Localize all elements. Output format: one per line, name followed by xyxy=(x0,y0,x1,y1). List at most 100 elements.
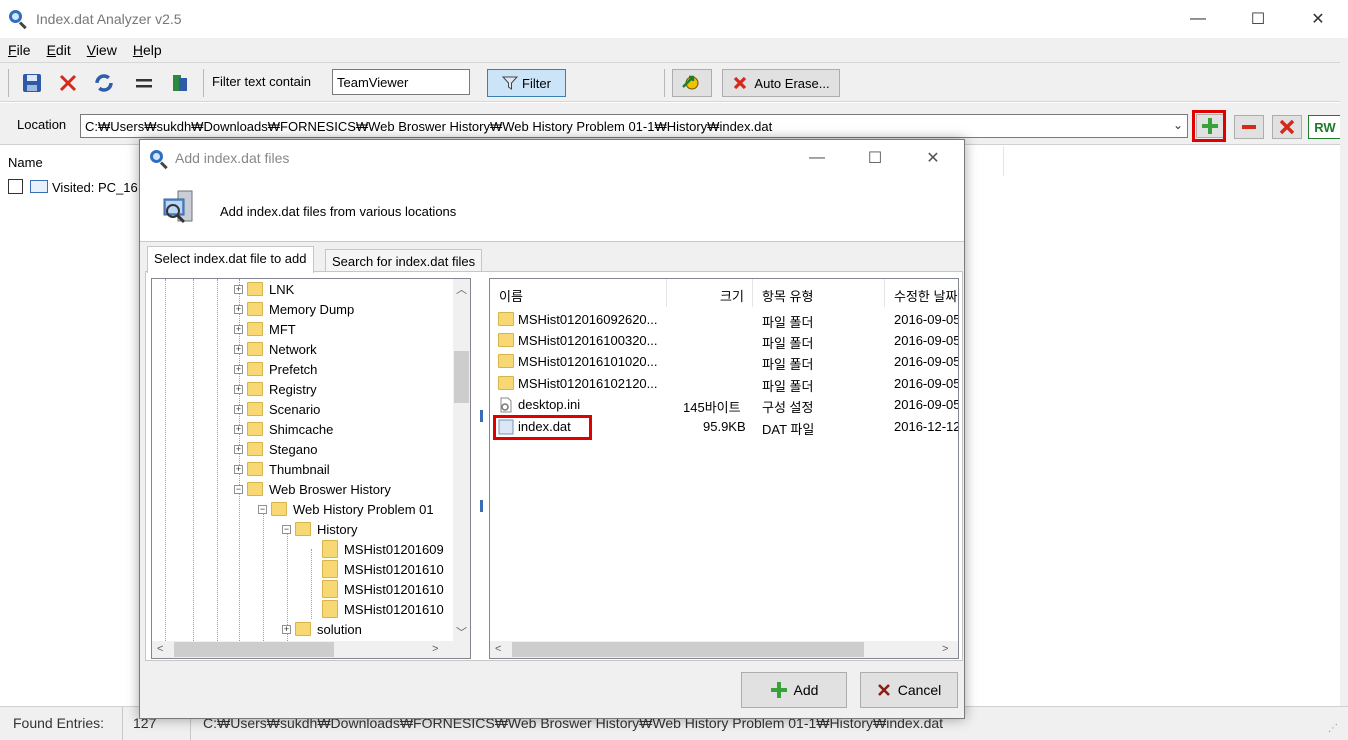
list-item[interactable]: Visited: PC_16 xyxy=(52,180,138,195)
column-header-size[interactable]: 크기 xyxy=(720,279,744,309)
tree-item-stegano[interactable]: + Stegano xyxy=(234,439,317,459)
expand-icon[interactable]: + xyxy=(234,304,243,314)
folder-tree[interactable]: + LNK + Memory Dump + MFT + Network + Prefetc… xyxy=(151,278,471,659)
table-row[interactable]: MSHist012016102120... 파일 폴더 2016-09-05 xyxy=(490,373,958,394)
filter-button[interactable]: Filter xyxy=(487,69,566,97)
scrollbar-thumb[interactable] xyxy=(512,642,864,657)
tree-item-mshist[interactable]: MSHist01201610 xyxy=(322,559,444,579)
menu-help[interactable]: Help xyxy=(125,42,170,58)
collapse-icon[interactable]: − xyxy=(282,524,291,534)
tab-select-file[interactable]: Select index.dat file to add xyxy=(147,246,314,273)
tree-item-prefetch[interactable]: + Prefetch xyxy=(234,359,317,379)
tree-item-web-history-problem[interactable]: − Web History Problem 01 xyxy=(258,499,434,519)
scroll-right-icon[interactable]: > xyxy=(942,643,948,655)
folder-open-icon xyxy=(247,482,263,496)
equals-icon[interactable] xyxy=(130,69,158,97)
run-button[interactable] xyxy=(672,69,712,97)
tree-item-shimcache[interactable]: + Shimcache xyxy=(234,419,333,439)
tree-vertical-scrollbar[interactable]: ︿ ﹀ xyxy=(453,279,470,641)
window-title: Index.dat Analyzer v2.5 xyxy=(36,11,182,27)
location-path: C:₩Users₩sukdh₩Downloads₩FORNESICS₩Web B… xyxy=(85,119,773,134)
scroll-right-icon[interactable]: > xyxy=(432,643,438,655)
save-icon[interactable] xyxy=(18,69,46,97)
status-separator xyxy=(122,707,123,740)
tree-item-thumbnail[interactable]: + Thumbnail xyxy=(234,459,330,479)
chevron-down-icon[interactable]: ⌄ xyxy=(1173,118,1183,132)
row-checkbox[interactable] xyxy=(8,179,23,194)
scrollbar-thumb[interactable] xyxy=(174,642,334,657)
location-combo[interactable]: C:₩Users₩sukdh₩Downloads₩FORNESICS₩Web B… xyxy=(80,114,1188,138)
expand-icon[interactable]: + xyxy=(234,284,243,294)
tree-item-memory-dump[interactable]: + Memory Dump xyxy=(234,299,354,319)
remove-location-button[interactable] xyxy=(1234,115,1264,139)
column-header-date[interactable]: 수정한 날짜 xyxy=(894,279,957,309)
tree-item-mshist[interactable]: MSHist01201609 xyxy=(322,539,444,559)
dialog-maximize-button[interactable]: ☐ xyxy=(846,140,904,176)
tab-search-files[interactable]: Search for index.dat files xyxy=(325,249,483,273)
scroll-down-icon[interactable]: ﹀ xyxy=(456,624,467,640)
tree-item-lnk[interactable]: + LNK xyxy=(234,279,294,299)
tree-item-mshist[interactable]: MSHist01201610 xyxy=(322,579,444,599)
highlight-box xyxy=(1192,110,1226,142)
folder-icon xyxy=(322,580,338,598)
tree-item-web-broswer-history[interactable]: − Web Broswer History xyxy=(234,479,391,499)
menu-file[interactable]: File xyxy=(0,42,39,58)
tree-horizontal-scrollbar[interactable]: < > xyxy=(152,641,470,658)
expand-icon[interactable]: + xyxy=(282,624,291,634)
tree-item-mft[interactable]: + MFT xyxy=(234,319,296,339)
maximize-button[interactable]: ☐ xyxy=(1228,0,1288,38)
expand-icon[interactable]: + xyxy=(234,464,243,474)
clear-location-button[interactable] xyxy=(1272,115,1302,139)
column-header-name[interactable]: Name xyxy=(8,155,43,170)
expand-icon[interactable]: + xyxy=(234,444,243,454)
export-icon[interactable] xyxy=(166,69,194,97)
expand-icon[interactable]: + xyxy=(234,424,243,434)
close-button[interactable]: ✕ xyxy=(1288,0,1348,38)
file-list[interactable]: 이름 크기 항목 유형 수정한 날짜 MSHist012016092620...… xyxy=(489,278,959,659)
highlight-box xyxy=(493,415,592,440)
folder-icon xyxy=(247,422,263,436)
menu-edit[interactable]: Edit xyxy=(39,42,79,58)
cancel-button[interactable]: Cancel xyxy=(860,672,958,708)
scroll-left-icon[interactable]: < xyxy=(157,643,163,655)
resize-grip-icon[interactable]: ⋰ xyxy=(1328,723,1338,734)
tree-guide-line xyxy=(165,279,166,641)
minimize-button[interactable]: — xyxy=(1168,0,1228,38)
expand-icon[interactable]: + xyxy=(234,384,243,394)
tree-item-scenario[interactable]: + Scenario xyxy=(234,399,320,419)
menu-view[interactable]: View xyxy=(79,42,125,58)
add-button[interactable]: Add xyxy=(741,672,847,708)
column-header-name[interactable]: 이름 xyxy=(499,279,523,309)
tree-item-history[interactable]: − History xyxy=(282,519,357,539)
auto-erase-button[interactable]: Auto Erase... xyxy=(722,69,840,97)
collapse-icon[interactable]: − xyxy=(258,504,267,514)
filter-input[interactable] xyxy=(332,69,470,95)
table-row[interactable]: MSHist012016092620... 파일 폴더 2016-09-05 xyxy=(490,309,958,330)
tree-item-solution[interactable]: + solution xyxy=(282,619,362,639)
file-list-horizontal-scrollbar[interactable]: < > xyxy=(490,641,958,658)
column-header-type[interactable]: 항목 유형 xyxy=(762,279,813,309)
expand-icon[interactable]: + xyxy=(234,404,243,414)
dialog-minimize-button[interactable]: — xyxy=(788,140,846,176)
delete-icon[interactable] xyxy=(54,69,82,97)
folder-icon xyxy=(247,442,263,456)
expand-icon[interactable]: + xyxy=(234,344,243,354)
refresh-icon[interactable] xyxy=(90,69,118,97)
collapse-icon[interactable]: − xyxy=(234,484,243,494)
table-row[interactable]: MSHist012016100320... 파일 폴더 2016-09-05 xyxy=(490,330,958,351)
scroll-left-icon[interactable]: < xyxy=(495,643,501,655)
tree-guide-line xyxy=(193,279,194,641)
tree-guide-line xyxy=(311,549,312,619)
expand-icon[interactable]: + xyxy=(234,364,243,374)
scrollbar-thumb[interactable] xyxy=(454,351,469,403)
scroll-up-icon[interactable]: ︿ xyxy=(456,281,467,297)
table-row[interactable]: MSHist012016101020... 파일 폴더 2016-09-05 xyxy=(490,351,958,372)
dialog-close-button[interactable]: ✕ xyxy=(904,140,962,176)
tree-item-mshist[interactable]: MSHist01201610 xyxy=(322,599,444,619)
tree-item-registry[interactable]: + Registry xyxy=(234,379,317,399)
tree-item-network[interactable]: + Network xyxy=(234,339,317,359)
expand-icon[interactable]: + xyxy=(234,324,243,334)
table-row[interactable]: desktop.ini 145바이트 구성 설정 2016-09-05 xyxy=(490,394,958,415)
rw-button[interactable]: RW xyxy=(1308,115,1342,139)
pane-splitter[interactable] xyxy=(478,400,485,520)
